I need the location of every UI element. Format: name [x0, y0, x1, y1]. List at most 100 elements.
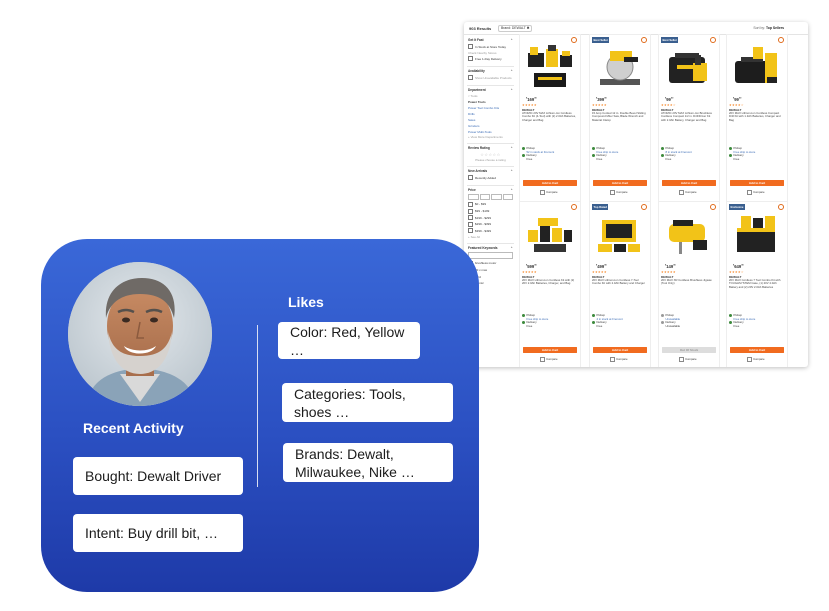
- activity-bought: Bought: Dewalt Driver: [73, 457, 243, 495]
- compare-checkbox[interactable]: Compare: [540, 190, 558, 195]
- compare-checkbox[interactable]: Compare: [610, 357, 628, 362]
- like-brands: Brands: Dewalt, Milwaukee, Nike …: [283, 443, 453, 482]
- add-to-cart-button[interactable]: Add to Cart: [523, 347, 577, 353]
- product-image[interactable]: [731, 43, 783, 93]
- fulfillment-options: Pickup Free ship to store Delivery Free: [729, 314, 755, 328]
- product-rating-stars: ★★★★★: [522, 103, 537, 107]
- brand-filter-chip[interactable]: Brand: DEWALT ✖: [498, 24, 533, 32]
- product-price: $9900: [733, 97, 742, 102]
- add-to-cart-button[interactable]: Add to Cart: [662, 180, 716, 186]
- product-image[interactable]: [731, 210, 783, 260]
- product-title[interactable]: ATOMIC 20V MAX Lithium-Ion Cordless Comb…: [522, 111, 577, 122]
- add-to-cart-button[interactable]: Add to Cart: [593, 180, 647, 186]
- product-rating-stars: ★★★★☆: [729, 103, 744, 107]
- dept-grinders[interactable]: Grinders: [468, 124, 513, 128]
- add-to-cart-button[interactable]: Out Of Stock: [662, 347, 716, 353]
- product-card[interactable]: $9900 ★★★★☆ DEWALT 20V MAX Lithium-Ion Cord…: [726, 34, 788, 206]
- product-card[interactable]: $14900 ★★★★★ DEWALT 20V MAX XR Cordless Bru…: [658, 201, 720, 367]
- product-image[interactable]: [524, 43, 576, 93]
- add-to-cart-button[interactable]: Add to Cart: [593, 347, 647, 353]
- dept-saws[interactable]: Saws: [468, 118, 513, 122]
- product-badge: Best Seller: [661, 37, 679, 43]
- price-option[interactable]: $0 - $99: [468, 201, 513, 207]
- product-image[interactable]: [663, 43, 715, 93]
- add-to-cart-button[interactable]: Add to Cart: [730, 347, 784, 353]
- product-card[interactable]: Best Seller $9900 ★★★★☆ DEWALT ATOMIC 20V MA…: [658, 34, 720, 206]
- product-title[interactable]: 20V MAX Cordless 7 Tool Combo Kit with T…: [729, 278, 784, 289]
- product-rating-stars: ★★★★☆: [729, 270, 744, 274]
- column-divider: [257, 325, 258, 487]
- price-range-inputs[interactable]: [468, 193, 513, 200]
- product-title[interactable]: ATOMIC 20V MAX Lithium-Ion Brushless Cor…: [661, 111, 716, 122]
- product-card[interactable]: $16900 ★★★★★ DEWALT ATOMIC 20V MAX Lithium-…: [519, 34, 581, 206]
- product-card[interactable]: $59900 ★★★★★ DEWALT 20V MAX Lithium-Ion Cor…: [519, 201, 581, 367]
- price-option[interactable]: $299 - $399: [468, 221, 513, 227]
- like-categories: Categories: Tools, shoes …: [282, 383, 453, 422]
- sort-control[interactable]: Sort by: Top Sellers: [753, 26, 784, 30]
- product-title[interactable]: 20V MAX Lithium-Ion Cordless 7-Tool Comb…: [592, 278, 647, 286]
- fulfillment-options: Pickup 52 in stock at Fremont Delivery Free: [522, 147, 554, 161]
- like-color: Color: Red, Yellow …: [278, 322, 420, 359]
- add-to-cart-button[interactable]: Add to Cart: [523, 180, 577, 186]
- compare-checkbox[interactable]: Compare: [747, 357, 765, 362]
- activity-intent: Intent: Buy drill bit, …: [73, 514, 243, 552]
- filter-review-rating: Review Rating ⌃ ☆☆☆☆☆ Please choose a rat…: [467, 144, 514, 168]
- product-card[interactable]: Top Rated $49900 ★★★★★ DEWALT 20V MAX Lithiu…: [589, 201, 651, 367]
- price-option[interactable]: $99 - $199: [468, 208, 513, 214]
- pickup-note: Check Nearby Stores: [468, 50, 497, 55]
- price-option[interactable]: $399 - $499: [468, 228, 513, 234]
- add-to-cart-button[interactable]: Add to Cart: [730, 180, 784, 186]
- avatar-portrait-image: [68, 262, 212, 406]
- fulfillment-options: Pickup Unavailable Delivery Unavailable: [661, 314, 680, 328]
- product-image[interactable]: [594, 43, 646, 93]
- compare-checkbox[interactable]: Compare: [540, 357, 558, 362]
- product-price: $9900: [665, 97, 674, 102]
- filter-free-delivery[interactable]: Free 1-Day Delivery: [468, 56, 513, 62]
- filter-in-stock[interactable]: In Stock at Store Today: [468, 44, 513, 49]
- filter-get-it-fast: Get It Fast ⌃ In Stock at Store Today Che…: [467, 36, 514, 67]
- product-image[interactable]: [663, 210, 715, 260]
- filter-recently-added[interactable]: Recently Added: [468, 175, 513, 181]
- product-title[interactable]: 15 Amp Corded 12 in. Double Bevel Slidin…: [592, 111, 647, 122]
- filter-availability: Availability ⌃ Show Unavailable Products: [467, 67, 514, 87]
- product-title[interactable]: 20V MAX Lithium-Ion Cordless Compact Dri…: [729, 111, 784, 122]
- product-rating-stars: ★★★★★: [661, 270, 676, 274]
- see-all-prices[interactable]: + See All: [468, 235, 513, 239]
- view-more-departments[interactable]: + View More Departments: [468, 135, 513, 139]
- product-price: $14900: [665, 264, 676, 269]
- product-listing-screenshot: 903 Results Brand: DEWALT ✖ Sort by: Top…: [464, 22, 808, 367]
- product-rating-stars: ★★★★★: [522, 270, 537, 274]
- product-title[interactable]: 20V MAX XR Cordless Brushless Jigsaw (To…: [661, 278, 716, 286]
- dept-combo-kits[interactable]: Power Tool Combo Kits: [468, 106, 513, 110]
- product-badge: Top Rated: [592, 204, 609, 210]
- dept-drills[interactable]: Drills: [468, 112, 513, 116]
- product-price: $59900: [526, 264, 537, 269]
- product-image[interactable]: [524, 210, 576, 260]
- price-option[interactable]: $199 - $299: [468, 215, 513, 221]
- fulfillment-options: Pickup Free ship to store Delivery Free: [592, 147, 618, 161]
- product-price: $39900: [596, 97, 607, 102]
- filter-include-unavailable[interactable]: Show Unavailable Products: [468, 75, 513, 81]
- compare-checkbox[interactable]: Compare: [610, 190, 628, 195]
- rating-stars[interactable]: ☆☆☆☆☆: [468, 152, 513, 157]
- fulfillment-options: Pickup 8 in stock at Fremont Delivery Free: [661, 147, 692, 161]
- compare-checkbox[interactable]: Compare: [747, 190, 765, 195]
- rating-hint: Please choose a rating: [475, 158, 506, 163]
- likes-heading: Likes: [288, 294, 324, 310]
- product-title[interactable]: 20V MAX Lithium-Ion Cordless Kit with (2…: [522, 278, 577, 286]
- product-card[interactable]: Best Seller $39900 ★★★★★ DEWALT 15 Amp Corde…: [589, 34, 651, 206]
- product-price: $64900: [733, 264, 744, 269]
- fulfillment-options: Pickup Free ship to store Delivery Free: [522, 314, 548, 328]
- product-badge: Exclusive: [729, 204, 745, 210]
- compare-checkbox[interactable]: Compare: [679, 357, 697, 362]
- dept-power-tools: Power Tools: [468, 100, 486, 105]
- product-image[interactable]: [594, 210, 646, 260]
- dept-multi-tools[interactable]: Power Multi-Tools: [468, 130, 513, 134]
- keyword-search-input[interactable]: [468, 251, 513, 259]
- compare-checkbox[interactable]: Compare: [679, 190, 697, 195]
- filter-department: Department ⌃ < Tools Power Tools Power To…: [467, 86, 514, 145]
- product-card[interactable]: Exclusive $64900 ★★★★☆ DEWALT 20V MAX Cordle…: [726, 201, 788, 367]
- dept-tools[interactable]: < Tools: [468, 94, 513, 98]
- product-badge: Best Seller: [592, 37, 610, 43]
- fulfillment-options: Pickup 4 in stock at Fremont Delivery Free: [592, 314, 623, 328]
